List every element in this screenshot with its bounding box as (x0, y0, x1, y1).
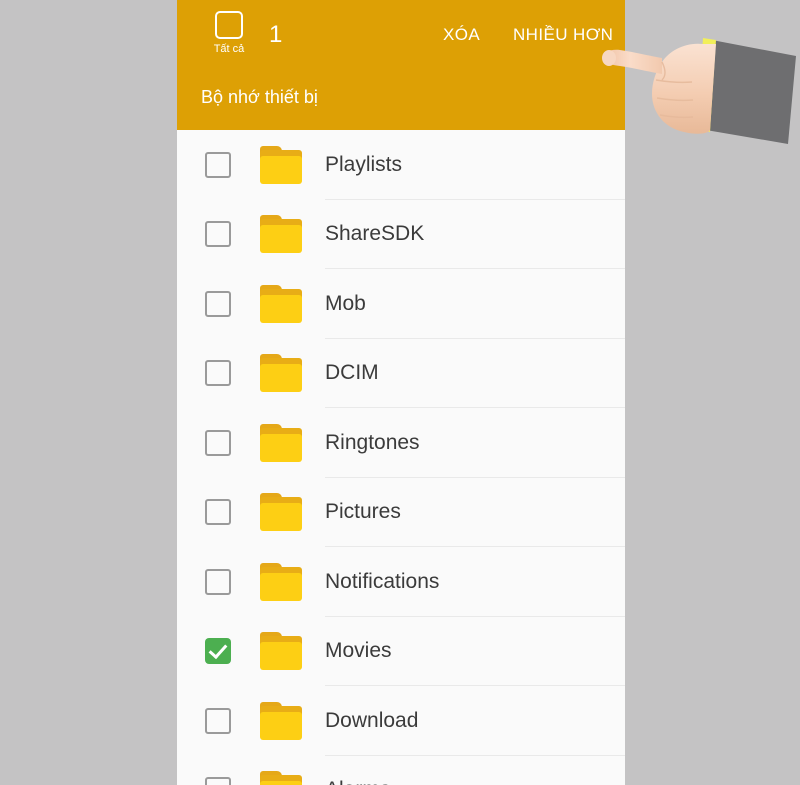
list-item[interactable]: ShareSDK (177, 199, 625, 269)
list-item-label: Movies (325, 639, 392, 663)
pointing-hand-icon (602, 38, 796, 144)
folder-icon (259, 493, 303, 532)
list-item[interactable]: Playlists (177, 130, 625, 200)
list-item-label: ShareSDK (325, 222, 425, 246)
folder-body-part (260, 433, 302, 462)
checkbox-box[interactable] (205, 568, 231, 595)
checkbox-box[interactable] (205, 638, 231, 665)
phone-screen: Tất cả 1 XÓA NHIỀU HƠN Bộ nhớ thiết bị P… (177, 0, 625, 785)
list-item[interactable]: Alarms (177, 755, 625, 785)
select-all-button[interactable]: Tất cả (201, 11, 257, 67)
list-item[interactable]: Pictures (177, 477, 625, 547)
selected-count: 1 (269, 21, 283, 48)
checkbox-unchecked-icon[interactable] (215, 11, 243, 39)
folder-body-part (260, 225, 302, 254)
checkbox-unchecked-icon[interactable] (205, 707, 231, 734)
folder-icon (259, 423, 303, 462)
breadcrumb-device-storage: Bộ nhớ thiết bị (201, 87, 318, 107)
list-item-label: Mob (325, 291, 366, 315)
folder-body-part (260, 294, 302, 323)
list-item-label: Pictures (325, 500, 401, 524)
checkbox-box[interactable] (205, 221, 231, 248)
folder-body-part (260, 781, 302, 785)
folder-body-part (260, 711, 302, 740)
folder-icon (259, 701, 303, 740)
list-item[interactable]: Download (177, 686, 625, 756)
checkbox-unchecked-icon[interactable] (205, 568, 231, 595)
checkbox-unchecked-icon[interactable] (205, 290, 231, 317)
checkbox-unchecked-icon[interactable] (205, 777, 231, 785)
list-item[interactable]: DCIM (177, 338, 625, 408)
checkbox-box[interactable] (205, 429, 231, 456)
folder-body-part (260, 503, 302, 532)
list-item-label: Download (325, 708, 419, 732)
checkbox-unchecked-icon[interactable] (205, 499, 231, 526)
checkbox-box[interactable] (205, 290, 231, 317)
folder-body-part (260, 642, 302, 671)
checkbox-box[interactable] (205, 151, 231, 178)
checkbox-checked-icon[interactable] (205, 638, 231, 665)
folder-icon (259, 562, 303, 601)
screenshot-root: Tất cả 1 XÓA NHIỀU HƠN Bộ nhớ thiết bị P… (0, 0, 800, 785)
list-item-label: DCIM (325, 361, 379, 385)
select-all-label: Tất cả (213, 43, 245, 55)
checkbox-unchecked-icon[interactable] (205, 429, 231, 456)
list-item[interactable]: Movies (177, 616, 625, 686)
folder-body-part (260, 364, 302, 393)
checkbox-box[interactable] (205, 707, 231, 734)
more-button[interactable]: NHIỀU HƠN (513, 24, 613, 46)
folder-body-part (260, 572, 302, 601)
folder-icon (259, 354, 303, 393)
folder-icon (259, 145, 303, 184)
checkbox-box[interactable] (205, 777, 231, 785)
folder-list[interactable]: Playlists ShareSDK Mob DCIM Ringtones Picture… (177, 130, 625, 785)
checkbox-box[interactable] (205, 360, 231, 387)
checkbox-unchecked-icon[interactable] (205, 151, 231, 178)
checkbox-unchecked-icon[interactable] (205, 360, 231, 387)
list-item-label: Ringtones (325, 430, 420, 454)
folder-icon (259, 284, 303, 323)
app-bar: Tất cả 1 XÓA NHIỀU HƠN Bộ nhớ thiết bị (177, 0, 625, 130)
folder-body-part (260, 155, 302, 184)
checkbox-unchecked-icon[interactable] (205, 221, 231, 248)
list-item[interactable]: Mob (177, 269, 625, 339)
app-bar-top-row: Tất cả 1 XÓA NHIỀU HƠN (177, 0, 625, 76)
delete-button[interactable]: XÓA (443, 24, 480, 46)
list-item-label: Playlists (325, 152, 403, 176)
folder-icon (259, 771, 303, 785)
list-item-label: Alarms (325, 777, 390, 785)
list-item[interactable]: Notifications (177, 547, 625, 617)
folder-icon (259, 632, 303, 671)
list-item-label: Notifications (325, 569, 440, 593)
checkbox-box[interactable] (205, 499, 231, 526)
list-item[interactable]: Ringtones (177, 408, 625, 478)
folder-icon (259, 215, 303, 254)
